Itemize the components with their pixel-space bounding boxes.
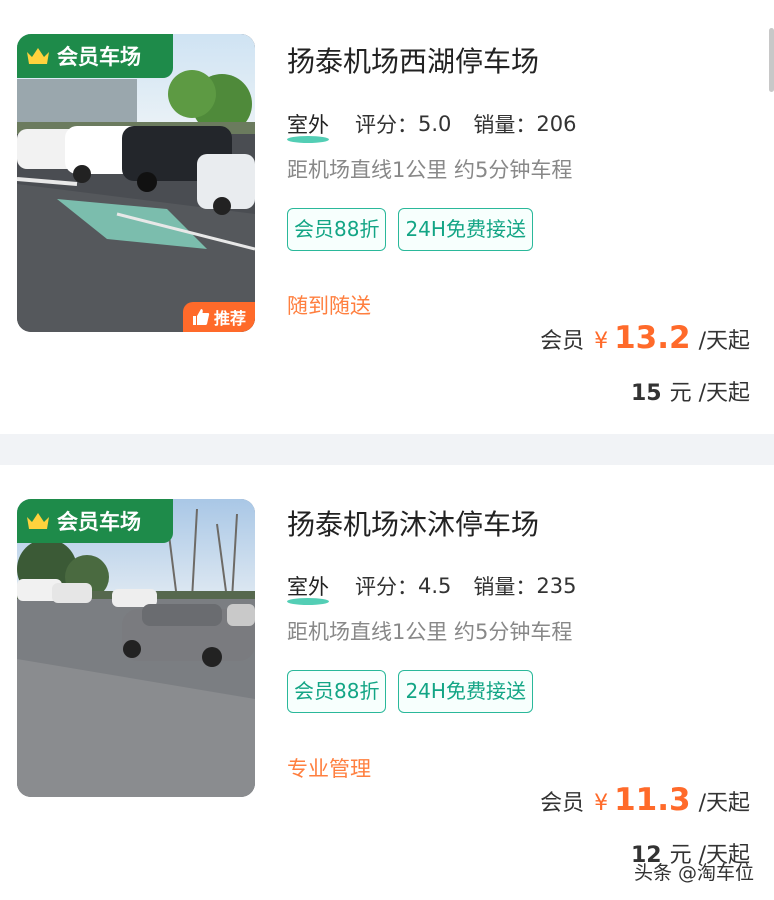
distance-info: 距机场直线1公里 约5分钟车程 [287, 158, 573, 182]
sales-value: 206 [536, 112, 577, 136]
service-note: 专业管理 [287, 757, 371, 781]
chip-member-discount: 会员88折 [287, 208, 387, 251]
distance-info: 距机场直线1公里 约5分钟车程 [287, 620, 573, 644]
thumbs-up-icon [192, 309, 210, 325]
regular-price-unit: 元 /天起 [669, 381, 750, 406]
regular-price: 15 [630, 381, 662, 406]
parking-lot-name[interactable]: 扬泰机场沐沐停车场 [287, 503, 539, 543]
lot-meta-row: 室外 评分： 5.0 销量： 206 [287, 109, 577, 143]
recommend-badge-label: 推荐 [213, 309, 246, 328]
regular-price-row: 15 元 /天起 [631, 375, 750, 407]
recommend-badge: 推荐 [183, 302, 255, 332]
scrollbar[interactable] [769, 28, 774, 92]
sales-label: 销量： [473, 575, 537, 599]
crown-icon [27, 513, 49, 529]
rating-value: 4.5 [418, 574, 452, 598]
watermark: 头条 @淘车位 [634, 862, 755, 884]
parking-listing-card[interactable]: 会员车场 推荐 扬泰机场西湖停车场 室外 评分： 5.0 销量： 206 距机场… [0, 0, 774, 434]
chip-member-discount: 会员88折 [287, 670, 387, 713]
member-price-label: 会员 [540, 329, 585, 354]
sales-value: 235 [536, 574, 577, 598]
crown-icon [27, 48, 49, 64]
benefit-chips: 会员88折 24H免费接送 [287, 208, 533, 251]
member-price: 13.2 [614, 320, 691, 356]
price-unit: /天起 [698, 329, 750, 354]
benefit-chips: 会员88折 24H免费接送 [287, 670, 533, 713]
rating-value: 5.0 [418, 112, 452, 136]
rating-label: 评分： [355, 113, 418, 137]
member-lot-badge: 会员车场 [17, 34, 173, 78]
outdoor-tag: 室外 [287, 571, 329, 605]
parking-lot-photo[interactable]: 会员车场 推荐 [17, 34, 255, 332]
member-lot-badge-label: 会员车场 [57, 45, 141, 69]
member-price: 11.3 [614, 782, 691, 818]
rating-label: 评分： [355, 575, 418, 599]
outdoor-tag: 室外 [287, 109, 329, 143]
member-price-row: 会员 ¥ 13.2 /天起 [540, 320, 750, 356]
parking-listing-card[interactable]: 会员车场 扬泰机场沐沐停车场 室外 评分： 4.5 销量： 235 距机场直线1… [0, 465, 774, 900]
member-price-row: 会员 ¥ 11.3 /天起 [540, 782, 750, 818]
parking-lot-photo[interactable]: 会员车场 [17, 499, 255, 797]
currency-symbol: ¥ [594, 329, 609, 354]
chip-free-shuttle: 24H免费接送 [398, 670, 533, 713]
chip-free-shuttle: 24H免费接送 [398, 208, 533, 251]
lot-meta-row: 室外 评分： 4.5 销量： 235 [287, 571, 577, 605]
service-note: 随到随送 [287, 294, 371, 318]
sales-label: 销量： [473, 113, 537, 137]
member-lot-badge-label: 会员车场 [57, 510, 141, 534]
member-lot-badge: 会员车场 [17, 499, 173, 543]
price-unit: /天起 [698, 791, 750, 816]
member-price-label: 会员 [540, 791, 585, 816]
parking-lot-name[interactable]: 扬泰机场西湖停车场 [287, 40, 539, 80]
currency-symbol: ¥ [594, 791, 609, 816]
